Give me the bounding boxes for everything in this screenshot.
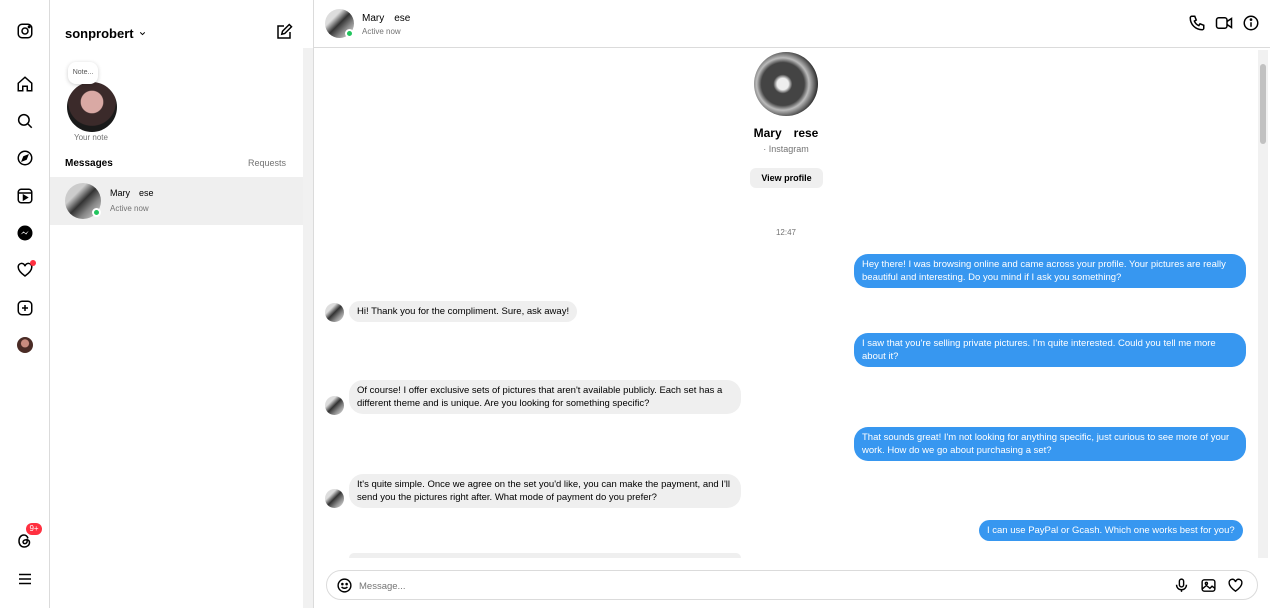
notification-dot bbox=[30, 260, 36, 266]
profile-name: Mary rese bbox=[753, 126, 819, 140]
threads-icon[interactable]: 9+ bbox=[13, 523, 42, 553]
online-indicator bbox=[92, 208, 101, 217]
conversation-item[interactable]: Mary ese Active now bbox=[50, 177, 303, 225]
search-icon[interactable] bbox=[13, 109, 37, 133]
message-outgoing[interactable]: That sounds great! I'm not looking for a… bbox=[854, 427, 1246, 461]
message-outgoing[interactable]: Hey there! I was browsing online and cam… bbox=[854, 254, 1246, 288]
sender-avatar bbox=[325, 303, 344, 322]
phone-icon[interactable] bbox=[1188, 14, 1206, 32]
emoji-icon[interactable] bbox=[336, 577, 353, 594]
reels-icon[interactable] bbox=[13, 184, 37, 208]
message-input[interactable] bbox=[359, 578, 1139, 594]
message-incoming[interactable]: Hi! Thank you for the compliment. Sure, … bbox=[349, 301, 578, 322]
threads-badge: 9+ bbox=[26, 523, 42, 535]
chat-header: Mary ese Active now bbox=[314, 0, 1270, 48]
instagram-icon[interactable] bbox=[13, 19, 37, 43]
chat-scrollbar[interactable] bbox=[1258, 50, 1268, 558]
online-indicator bbox=[345, 29, 354, 38]
message-incoming-partial bbox=[349, 553, 741, 558]
explore-icon[interactable] bbox=[13, 146, 37, 170]
image-icon[interactable] bbox=[1200, 577, 1217, 594]
heart-icon[interactable] bbox=[1227, 577, 1244, 594]
sender-avatar bbox=[325, 396, 344, 415]
chat-scrollbar-thumb[interactable] bbox=[1260, 64, 1266, 144]
note-bubble[interactable]: Note... bbox=[68, 62, 98, 84]
chevron-down-icon bbox=[139, 32, 145, 36]
messages-heading: Messages bbox=[65, 158, 113, 169]
microphone-icon[interactable] bbox=[1173, 577, 1190, 594]
left-nav-rail: 9+ bbox=[0, 0, 50, 608]
profile-avatar-large bbox=[754, 52, 818, 116]
account-username: sonprobert bbox=[65, 26, 134, 41]
account-switcher[interactable]: sonprobert bbox=[65, 26, 147, 41]
notifications-heart-icon[interactable] bbox=[13, 258, 37, 282]
message-timestamp: 12:47 bbox=[775, 228, 797, 237]
message-incoming[interactable]: It's quite simple. Once we agree on the … bbox=[349, 474, 741, 508]
conversation-list-panel: sonprobert Note... Your note Messages Re… bbox=[50, 0, 314, 608]
video-icon[interactable] bbox=[1215, 14, 1233, 32]
sender-avatar bbox=[325, 489, 344, 508]
message-outgoing[interactable]: I saw that you're selling private pictur… bbox=[854, 333, 1246, 367]
your-note-label: Your note bbox=[74, 133, 108, 142]
chat-panel: Mary ese Active now Mary rese · Instagra… bbox=[314, 0, 1270, 608]
conversation-list-scrollbar[interactable] bbox=[303, 48, 313, 608]
info-icon[interactable] bbox=[1242, 14, 1260, 32]
chat-header-status: Active now bbox=[362, 27, 401, 36]
profile-subtitle: · Instagram bbox=[763, 144, 809, 154]
message-composer bbox=[326, 570, 1258, 600]
create-icon[interactable] bbox=[13, 296, 37, 320]
compose-icon[interactable] bbox=[275, 23, 293, 41]
instagram-dm-window: 9+ sonprobert Note... Your note Messages… bbox=[0, 0, 1270, 608]
chat-header-name[interactable]: Mary ese bbox=[362, 13, 410, 24]
message-incoming[interactable]: Of course! I offer exclusive sets of pic… bbox=[349, 380, 741, 414]
profile-avatar[interactable] bbox=[13, 333, 37, 357]
menu-icon[interactable] bbox=[13, 567, 37, 591]
your-note-avatar[interactable] bbox=[67, 82, 117, 132]
message-outgoing[interactable]: I can use PayPal or Gcash. Which one wor… bbox=[979, 520, 1243, 541]
view-profile-button[interactable]: View profile bbox=[750, 168, 823, 188]
home-icon[interactable] bbox=[13, 72, 37, 96]
conversation-status: Active now bbox=[110, 204, 149, 213]
conversation-name: Mary ese bbox=[110, 188, 154, 198]
messenger-icon[interactable] bbox=[13, 221, 37, 245]
requests-link[interactable]: Requests bbox=[248, 158, 286, 168]
